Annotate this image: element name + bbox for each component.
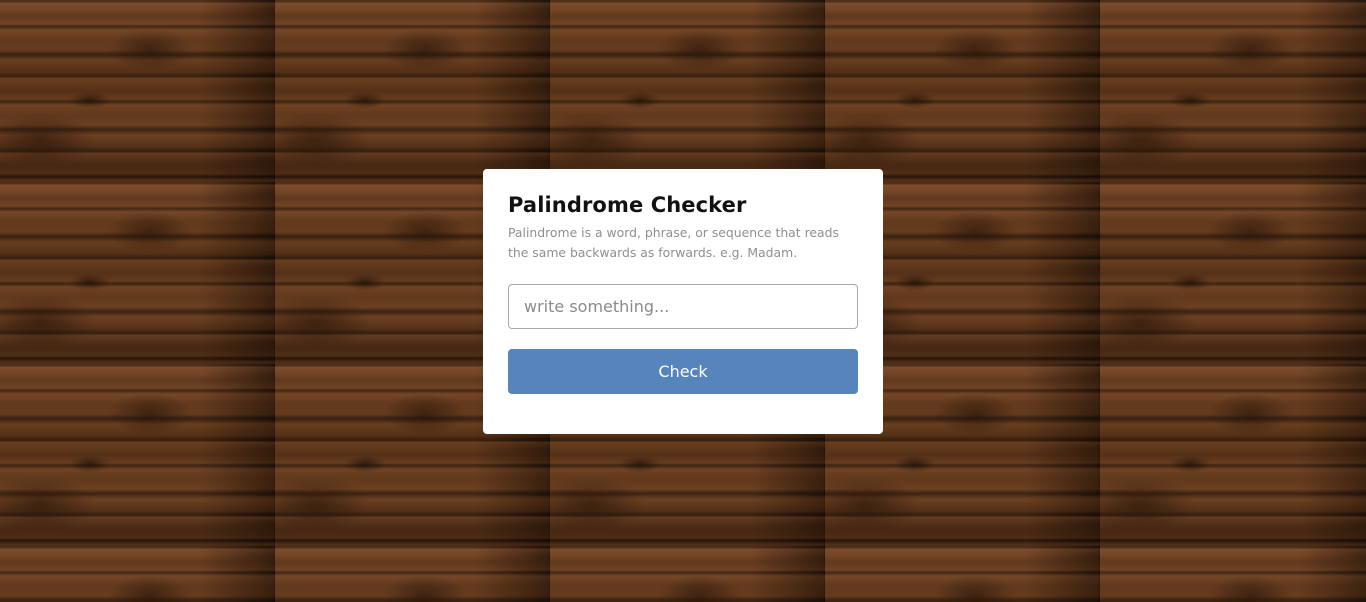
palindrome-card: Palindrome Checker Palindrome is a word,… xyxy=(483,169,883,434)
page-title: Palindrome Checker xyxy=(508,193,747,217)
text-input[interactable] xyxy=(508,284,858,329)
description-text: Palindrome is a word, phrase, or sequenc… xyxy=(508,225,839,260)
check-button[interactable]: Check xyxy=(508,349,858,394)
